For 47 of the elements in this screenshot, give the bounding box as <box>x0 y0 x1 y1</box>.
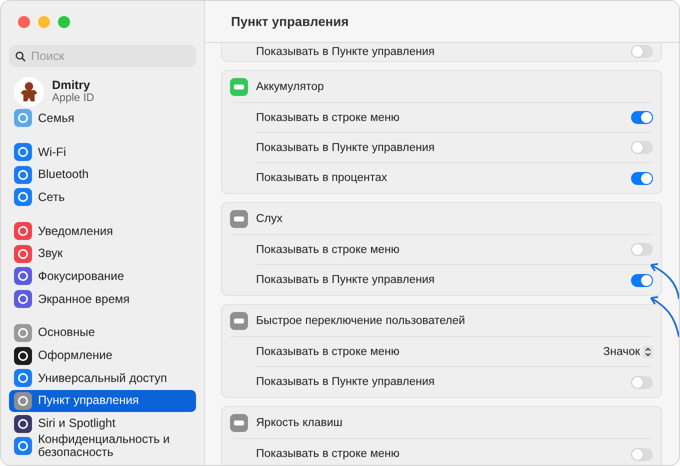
sidebar-item[interactable]: Пункт управления <box>9 390 196 412</box>
sidebar-item[interactable]: Звук <box>9 242 196 266</box>
profile-subtitle: Apple ID <box>52 92 94 105</box>
section-title: Слух <box>256 212 283 224</box>
toggle-switch[interactable] <box>631 448 653 460</box>
annotation-arrow <box>650 296 679 338</box>
sidebar-item[interactable]: Siri и Spotlight <box>9 412 196 435</box>
sidebar-item[interactable]: Bluetooth <box>9 163 196 186</box>
profile-name[interactable]: Dmitry <box>52 79 94 92</box>
setting-label: Показывать в Пункте управления <box>256 274 435 286</box>
sidebar-item[interactable]: Уведомления <box>9 220 196 242</box>
toggle-switch[interactable] <box>631 243 653 256</box>
section-title: Быстрое переключение пользователей <box>256 314 466 326</box>
window-control[interactable] <box>58 16 70 28</box>
sidebar-item[interactable]: Оформление <box>9 344 196 367</box>
setting-label: Показывать в Пункте управления <box>256 142 435 154</box>
toggle-switch[interactable] <box>631 141 653 154</box>
window-control[interactable] <box>38 16 50 28</box>
toggle-switch[interactable] <box>631 172 653 184</box>
setting-label: Показывать в Пункте управления <box>256 46 435 58</box>
setting-label: Показывать в строке меню <box>256 244 400 256</box>
setting-label: Показывать в строке меню <box>256 346 400 358</box>
toggle-switch[interactable] <box>631 45 653 58</box>
sidebar-item[interactable]: Универсальный доступ <box>9 366 196 390</box>
page-title: Пункт управления <box>231 14 349 29</box>
toggle-switch[interactable] <box>631 274 653 286</box>
avatar-icon[interactable] <box>14 77 44 107</box>
chevron-updown-icon <box>643 346 653 358</box>
popup-menu[interactable]: Значок <box>603 346 653 358</box>
setting-label: Показывать в строке меню <box>256 112 400 124</box>
sidebar-item[interactable]: Wi-Fi <box>9 140 196 164</box>
toggle-switch[interactable] <box>631 376 653 388</box>
sidebar-item[interactable]: Основные <box>9 322 196 344</box>
setting-label: Показывать в Пункте управления <box>256 376 435 388</box>
toggle-switch[interactable] <box>631 111 653 124</box>
sidebar-item[interactable]: Конфиденциальность и безопасность <box>9 434 196 458</box>
sidebar-item[interactable]: Экранное время <box>9 288 196 310</box>
setting-label: Показывать в строке меню <box>256 448 400 460</box>
sidebar-item[interactable]: Фокусирование <box>9 265 196 288</box>
setting-label: Показывать в процентах <box>256 172 388 184</box>
section-title: Яркость клавиш <box>256 416 342 428</box>
search-field[interactable]: Поиск <box>9 45 196 67</box>
sidebar-item[interactable]: Сеть <box>9 186 196 209</box>
section-title: Аккумулятор <box>256 80 324 92</box>
window-control[interactable] <box>18 16 30 28</box>
annotation-arrow <box>650 263 679 300</box>
sidebar-item[interactable]: Семья <box>9 107 196 130</box>
